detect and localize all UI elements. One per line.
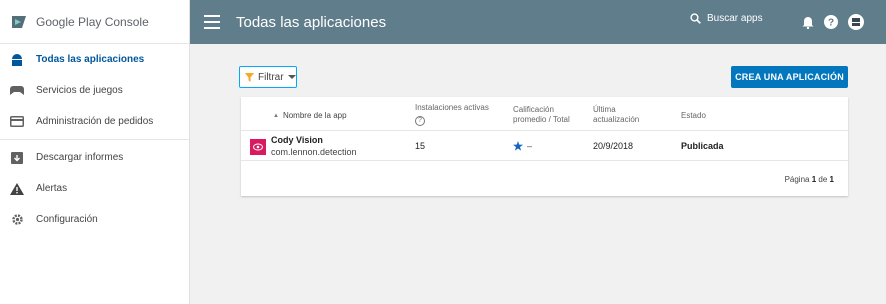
- table-row[interactable]: Cody Vision com.lennon.detection 15 – 20…: [241, 131, 848, 160]
- app-state: Publicada: [681, 141, 724, 151]
- sidebar-item-label: Descargar informes: [36, 152, 124, 163]
- app-icon: [250, 139, 266, 155]
- help-icon[interactable]: ?: [823, 14, 839, 30]
- help-circle-icon[interactable]: ?: [415, 116, 425, 126]
- credit-card-icon: [10, 115, 24, 129]
- sidebar-item-alerts[interactable]: Alertas: [0, 173, 189, 204]
- sidebar-item-label: Alertas: [36, 183, 68, 194]
- page-title: Todas las aplicaciones: [236, 13, 387, 31]
- warning-icon: [10, 182, 24, 196]
- star-icon: [513, 141, 523, 151]
- gear-icon: [10, 213, 24, 227]
- app-rating: –: [513, 141, 532, 151]
- notifications-bell-icon[interactable]: [800, 14, 816, 30]
- play-console-logo-icon: [10, 14, 28, 30]
- gamepad-icon: [10, 84, 24, 98]
- brand-text: Google Play Console: [36, 14, 149, 29]
- download-icon: [10, 151, 24, 165]
- column-header-state: Estado: [681, 111, 706, 120]
- pagination: Página 1 de 1: [784, 175, 834, 184]
- app-installs: 15: [415, 141, 426, 151]
- sidebar-divider: [0, 139, 189, 140]
- app-name[interactable]: Cody Vision: [271, 135, 323, 145]
- column-header-updated: Última actualización: [593, 105, 640, 124]
- sidebar-item-label: Todas las aplicaciones: [36, 54, 145, 65]
- sidebar-nav: Todas las aplicaciones Servicios de jueg…: [0, 44, 189, 235]
- sidebar-item-game-services[interactable]: Servicios de juegos: [0, 75, 189, 106]
- sidebar-item-label: Servicios de juegos: [36, 85, 123, 96]
- column-header-name[interactable]: ▲ Nombre de la app: [273, 111, 347, 121]
- column-header-installs: Instalaciones activas ?: [415, 103, 489, 126]
- divider: [241, 160, 848, 161]
- chevron-down-icon: [287, 75, 296, 79]
- sidebar-item-settings[interactable]: Configuración: [0, 204, 189, 235]
- create-app-button[interactable]: CREA UNA APLICACIÓN: [731, 66, 848, 88]
- sort-ascending-icon: ▲: [273, 113, 279, 119]
- filter-icon: [245, 72, 254, 82]
- column-header-rating: Calificación promedio / Total: [513, 105, 570, 124]
- account-avatar-icon[interactable]: [848, 14, 864, 30]
- sidebar-item-label: Configuración: [36, 214, 98, 225]
- brand[interactable]: Google Play Console: [0, 0, 189, 44]
- search-button[interactable]: Buscar apps: [690, 13, 763, 24]
- app-package: com.lennon.detection: [271, 147, 357, 157]
- search-label: Buscar apps: [707, 13, 763, 24]
- app-updated: 20/9/2018: [593, 141, 634, 151]
- sidebar: Google Play Console Todas las aplicacion…: [0, 0, 190, 304]
- android-icon: [10, 53, 24, 67]
- search-icon: [690, 13, 701, 24]
- svg-text:?: ?: [828, 18, 834, 29]
- apps-table: ▲ Nombre de la app Instalaciones activas…: [241, 97, 848, 196]
- menu-icon[interactable]: [204, 15, 220, 29]
- filter-label: Filtrar: [258, 71, 284, 83]
- top-app-bar: Todas las aplicaciones Buscar apps ?: [190, 0, 886, 44]
- sidebar-item-label: Administración de pedidos: [36, 116, 154, 127]
- sidebar-item-all-apps[interactable]: Todas las aplicaciones: [0, 44, 189, 75]
- sidebar-item-download-reports[interactable]: Descargar informes: [0, 142, 189, 173]
- filter-button[interactable]: Filtrar: [239, 66, 297, 88]
- sidebar-item-order-management[interactable]: Administración de pedidos: [0, 106, 189, 137]
